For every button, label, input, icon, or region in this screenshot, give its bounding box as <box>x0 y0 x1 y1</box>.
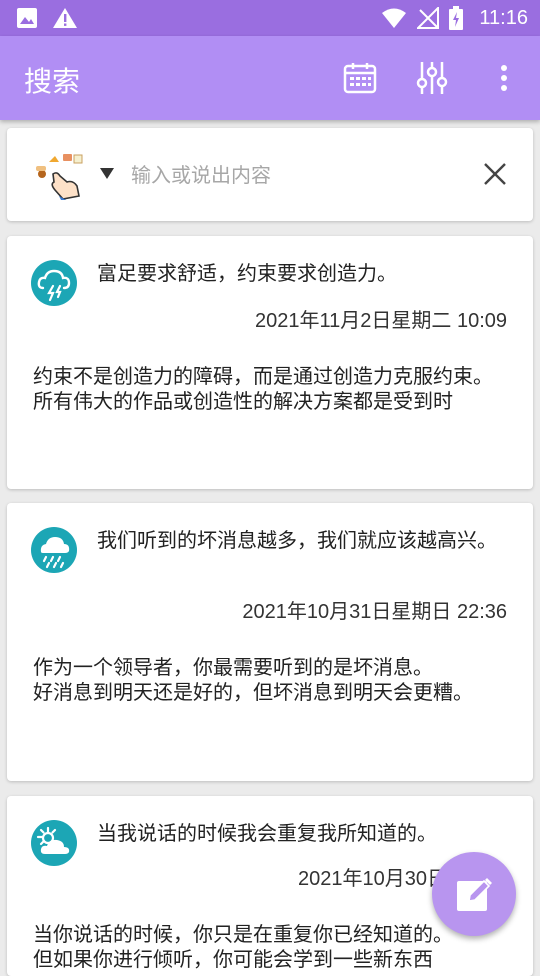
more-options-button[interactable] <box>484 58 524 98</box>
calendar-button[interactable] <box>340 58 380 98</box>
search-input[interactable] <box>129 156 463 194</box>
card-body: 当你说话的时候，你只是在重复你已经知道的。 但如果你进行倾听，你可能会学到一些新… <box>33 922 453 971</box>
status-time: 11:16 <box>479 6 528 29</box>
card-date: 2021年10月31日星期日 22:36 <box>242 601 507 623</box>
thunderstorm-cloud-icon <box>31 260 77 306</box>
card-body: 作为一个领导者，你最需要听到的是坏消息。 好消息到明天还是好的，但坏消息到明天会… <box>33 655 473 704</box>
battery-charging-icon <box>449 6 464 30</box>
more-vert-icon <box>501 65 507 91</box>
gallery-icon <box>17 8 37 28</box>
card-title: 当我说话的时候我会重复我所知道的。 <box>97 821 437 845</box>
filter-button[interactable] <box>412 58 452 98</box>
search-bar <box>7 128 533 221</box>
quote-card[interactable]: 我们听到的坏消息越多，我们就应该越高兴。 2021年10月31日星期日 22:3… <box>7 503 533 781</box>
app-bar: 搜索 <box>0 36 540 120</box>
close-icon[interactable] <box>477 156 513 192</box>
compose-button[interactable] <box>432 852 516 936</box>
calendar-icon <box>343 63 377 94</box>
no-signal-icon <box>417 7 440 29</box>
dropdown-arrow-icon[interactable] <box>99 166 115 180</box>
page-title: 搜索 <box>24 65 81 98</box>
card-date: 2021年11月2日星期二 10:09 <box>255 310 507 332</box>
quote-card[interactable]: 富足要求舒适，约束要求创造力。 2021年11月2日星期二 10:09 约束不是… <box>7 236 533 489</box>
card-body: 约束不是创造力的障碍，而是通过创造力克服约束。 所有伟大的作品或创造性的解决方案… <box>33 364 493 413</box>
status-bar: 11:16 <box>0 0 540 36</box>
rain-cloud-icon <box>31 527 77 573</box>
sliders-icon <box>416 62 448 94</box>
card-title: 富足要求舒适，约束要求创造力。 <box>97 261 397 285</box>
card-title: 我们听到的坏消息越多，我们就应该越高兴。 <box>97 528 497 552</box>
edit-icon <box>457 878 492 911</box>
warning-icon <box>53 8 77 28</box>
partly-sunny-icon <box>31 820 77 866</box>
wifi-icon <box>382 8 407 28</box>
hand-tap-icon[interactable] <box>33 152 85 200</box>
